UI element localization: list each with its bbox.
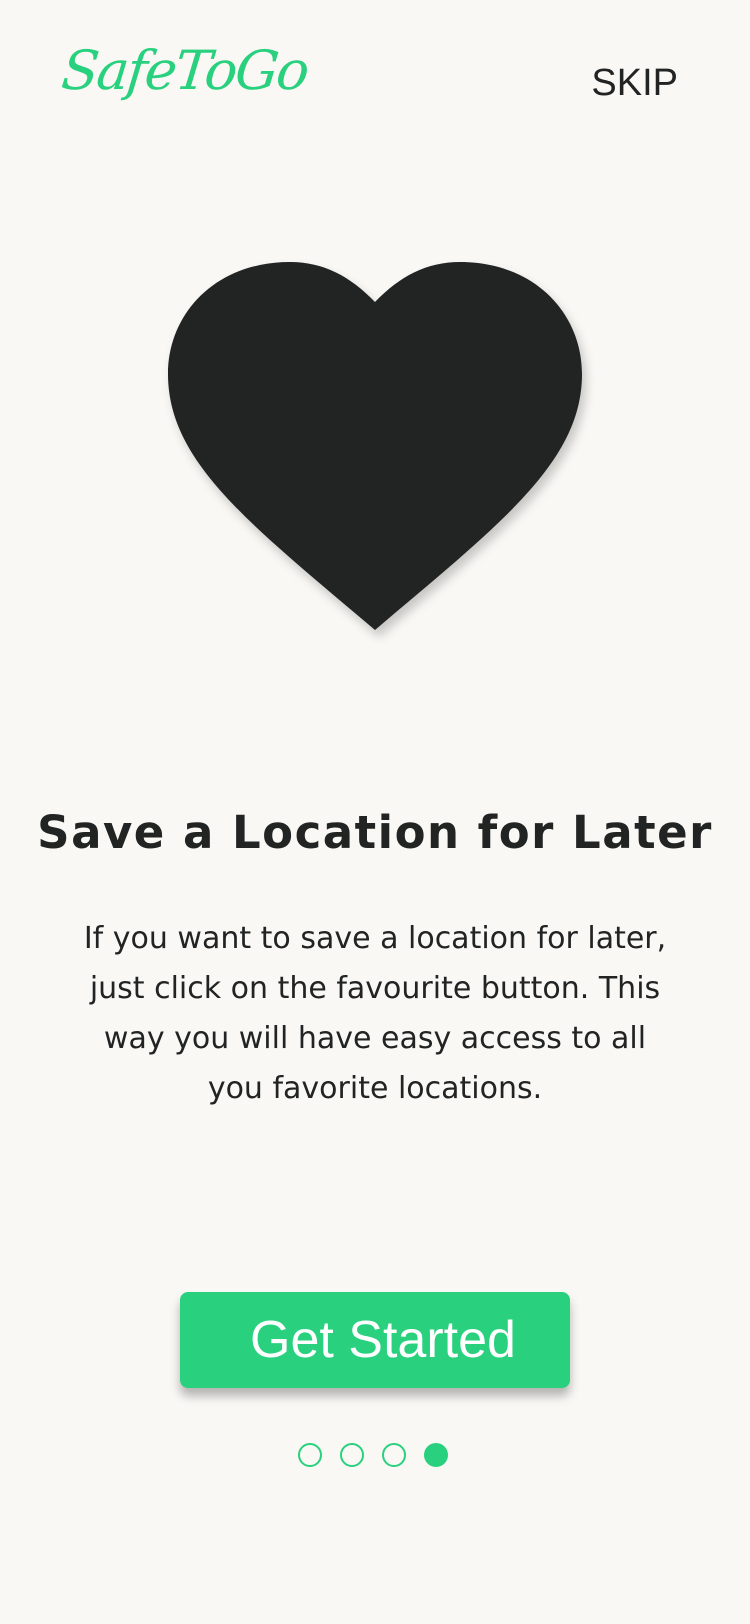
app-logo: SafeToGo [58,39,311,102]
onboarding-description: If you want to save a location for later… [83,921,667,1106]
page-dot-4-active[interactable] [424,1443,448,1467]
page-dot-2[interactable] [340,1443,364,1467]
skip-button[interactable]: SKIP [591,64,678,102]
page-dot-1[interactable] [298,1443,322,1467]
onboarding-title: Save a Location for Later [37,806,713,859]
page-dot-3[interactable] [382,1443,406,1467]
heart-illustration [160,262,590,654]
heart-icon [168,262,582,630]
page-indicator [298,1443,448,1467]
get-started-button[interactable]: Get Started [180,1292,570,1388]
